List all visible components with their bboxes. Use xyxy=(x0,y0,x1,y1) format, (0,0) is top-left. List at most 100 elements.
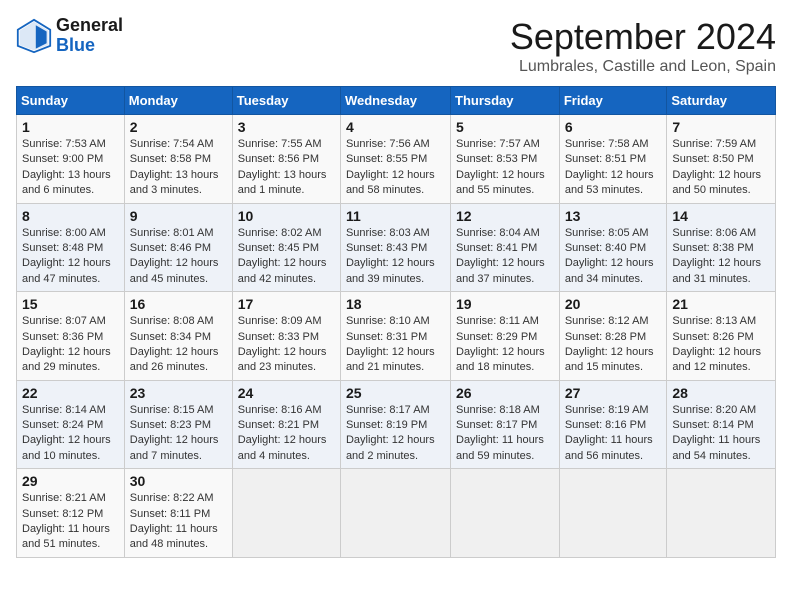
calendar-cell: 2 Sunrise: 7:54 AMSunset: 8:58 PMDaylight… xyxy=(124,115,232,204)
calendar-col-sunday: Sunday xyxy=(17,87,125,115)
day-number: 13 xyxy=(565,208,662,224)
day-number: 7 xyxy=(672,119,770,135)
logo: General Blue xyxy=(16,16,123,56)
logo-line1: General xyxy=(56,16,123,36)
day-number: 24 xyxy=(238,385,335,401)
calendar-cell: 4 Sunrise: 7:56 AMSunset: 8:55 PMDaylight… xyxy=(340,115,450,204)
calendar-body: 1Sunrise: 7:53 AMSunset: 9:00 PMDaylight… xyxy=(17,115,776,558)
day-info: Sunrise: 8:11 AMSunset: 8:29 PMDaylight:… xyxy=(456,314,554,376)
calendar-col-tuesday: Tuesday xyxy=(232,87,340,115)
calendar-cell: 10 Sunrise: 8:02 AMSunset: 8:45 PMDayligh… xyxy=(232,203,340,292)
calendar-cell xyxy=(559,469,667,558)
subtitle: Lumbrales, Castille and Leon, Spain xyxy=(510,58,776,76)
calendar-cell: 13 Sunrise: 8:05 AMSunset: 8:40 PMDayligh… xyxy=(559,203,667,292)
day-number: 18 xyxy=(346,296,445,312)
day-number: 14 xyxy=(672,208,770,224)
day-info: Sunrise: 8:15 AMSunset: 8:23 PMDaylight:… xyxy=(130,403,227,465)
calendar-cell: 11Sunrise: 8:03 AMSunset: 8:43 PMDayligh… xyxy=(340,203,450,292)
day-info: Sunrise: 8:04 AMSunset: 8:41 PMDaylight:… xyxy=(456,226,554,288)
calendar-table: SundayMondayTuesdayWednesdayThursdayFrid… xyxy=(16,86,776,558)
day-number: 2 xyxy=(130,119,227,135)
day-info: Sunrise: 8:02 AMSunset: 8:45 PMDaylight:… xyxy=(238,226,335,288)
calendar-col-wednesday: Wednesday xyxy=(340,87,450,115)
day-number: 29 xyxy=(22,473,119,489)
day-info: Sunrise: 8:16 AMSunset: 8:21 PMDaylight:… xyxy=(238,403,335,465)
calendar-header: SundayMondayTuesdayWednesdayThursdayFrid… xyxy=(17,87,776,115)
day-number: 4 xyxy=(346,119,445,135)
day-number: 20 xyxy=(565,296,662,312)
day-number: 5 xyxy=(456,119,554,135)
calendar-cell: 12Sunrise: 8:04 AMSunset: 8:41 PMDayligh… xyxy=(451,203,560,292)
calendar-cell: 9Sunrise: 8:01 AMSunset: 8:46 PMDaylight… xyxy=(124,203,232,292)
day-number: 17 xyxy=(238,296,335,312)
logo-line2: Blue xyxy=(56,36,123,56)
calendar-cell: 19Sunrise: 8:11 AMSunset: 8:29 PMDayligh… xyxy=(451,292,560,381)
day-info: Sunrise: 7:55 AMSunset: 8:56 PMDaylight:… xyxy=(238,137,335,199)
day-info: Sunrise: 8:13 AMSunset: 8:26 PMDaylight:… xyxy=(672,314,770,376)
calendar-cell: 1Sunrise: 7:53 AMSunset: 9:00 PMDaylight… xyxy=(17,115,125,204)
day-number: 15 xyxy=(22,296,119,312)
logo-text: General Blue xyxy=(56,16,123,56)
day-number: 10 xyxy=(238,208,335,224)
day-number: 22 xyxy=(22,385,119,401)
calendar-cell xyxy=(451,469,560,558)
calendar-row: 29Sunrise: 8:21 AMSunset: 8:12 PMDayligh… xyxy=(17,469,776,558)
calendar-cell: 17 Sunrise: 8:09 AMSunset: 8:33 PMDayligh… xyxy=(232,292,340,381)
calendar-cell: 23 Sunrise: 8:15 AMSunset: 8:23 PMDayligh… xyxy=(124,380,232,469)
calendar-cell: 8 Sunrise: 8:00 AMSunset: 8:48 PMDaylight… xyxy=(17,203,125,292)
calendar-col-saturday: Saturday xyxy=(667,87,776,115)
day-info: Sunrise: 8:09 AMSunset: 8:33 PMDaylight:… xyxy=(238,314,335,376)
calendar-cell: 27 Sunrise: 8:19 AMSunset: 8:16 PMDayligh… xyxy=(559,380,667,469)
day-number: 23 xyxy=(130,385,227,401)
day-info: Sunrise: 7:59 AMSunset: 8:50 PMDaylight:… xyxy=(672,137,770,199)
day-info: Sunrise: 7:58 AMSunset: 8:51 PMDaylight:… xyxy=(565,137,662,199)
day-info: Sunrise: 8:22 AMSunset: 8:11 PMDaylight:… xyxy=(130,491,227,553)
day-number: 30 xyxy=(130,473,227,489)
calendar-cell: 7 Sunrise: 7:59 AMSunset: 8:50 PMDaylight… xyxy=(667,115,776,204)
day-number: 21 xyxy=(672,296,770,312)
logo-icon xyxy=(16,18,52,54)
calendar-cell xyxy=(667,469,776,558)
day-number: 1 xyxy=(22,119,119,135)
day-info: Sunrise: 8:07 AMSunset: 8:36 PMDaylight:… xyxy=(22,314,119,376)
calendar-cell: 15 Sunrise: 8:07 AMSunset: 8:36 PMDayligh… xyxy=(17,292,125,381)
day-number: 6 xyxy=(565,119,662,135)
calendar-cell: 5 Sunrise: 7:57 AMSunset: 8:53 PMDaylight… xyxy=(451,115,560,204)
calendar-cell: 25Sunrise: 8:17 AMSunset: 8:19 PMDayligh… xyxy=(340,380,450,469)
calendar-row: 1Sunrise: 7:53 AMSunset: 9:00 PMDaylight… xyxy=(17,115,776,204)
day-number: 8 xyxy=(22,208,119,224)
day-number: 27 xyxy=(565,385,662,401)
calendar-cell: 21 Sunrise: 8:13 AMSunset: 8:26 PMDayligh… xyxy=(667,292,776,381)
calendar-col-thursday: Thursday xyxy=(451,87,560,115)
day-info: Sunrise: 7:57 AMSunset: 8:53 PMDaylight:… xyxy=(456,137,554,199)
calendar-row: 15 Sunrise: 8:07 AMSunset: 8:36 PMDayligh… xyxy=(17,292,776,381)
day-info: Sunrise: 8:05 AMSunset: 8:40 PMDaylight:… xyxy=(565,226,662,288)
day-info: Sunrise: 8:19 AMSunset: 8:16 PMDaylight:… xyxy=(565,403,662,465)
calendar-cell xyxy=(340,469,450,558)
day-info: Sunrise: 8:08 AMSunset: 8:34 PMDaylight:… xyxy=(130,314,227,376)
day-info: Sunrise: 7:54 AMSunset: 8:58 PMDaylight:… xyxy=(130,137,227,199)
calendar-row: 22 Sunrise: 8:14 AMSunset: 8:24 PMDayligh… xyxy=(17,380,776,469)
calendar-cell: 18Sunrise: 8:10 AMSunset: 8:31 PMDayligh… xyxy=(340,292,450,381)
calendar-cell: 30 Sunrise: 8:22 AMSunset: 8:11 PMDayligh… xyxy=(124,469,232,558)
calendar-cell: 20 Sunrise: 8:12 AMSunset: 8:28 PMDayligh… xyxy=(559,292,667,381)
page-header: General Blue September 2024 Lumbrales, C… xyxy=(16,16,776,76)
main-title: September 2024 xyxy=(510,16,776,58)
day-info: Sunrise: 7:56 AMSunset: 8:55 PMDaylight:… xyxy=(346,137,445,199)
calendar-cell: 16Sunrise: 8:08 AMSunset: 8:34 PMDayligh… xyxy=(124,292,232,381)
day-info: Sunrise: 8:06 AMSunset: 8:38 PMDaylight:… xyxy=(672,226,770,288)
day-number: 26 xyxy=(456,385,554,401)
day-info: Sunrise: 8:14 AMSunset: 8:24 PMDaylight:… xyxy=(22,403,119,465)
day-info: Sunrise: 8:12 AMSunset: 8:28 PMDaylight:… xyxy=(565,314,662,376)
calendar-cell: 6 Sunrise: 7:58 AMSunset: 8:51 PMDaylight… xyxy=(559,115,667,204)
calendar-cell: 26 Sunrise: 8:18 AMSunset: 8:17 PMDayligh… xyxy=(451,380,560,469)
calendar-cell: 24 Sunrise: 8:16 AMSunset: 8:21 PMDayligh… xyxy=(232,380,340,469)
calendar-header-row: SundayMondayTuesdayWednesdayThursdayFrid… xyxy=(17,87,776,115)
day-info: Sunrise: 8:20 AMSunset: 8:14 PMDaylight:… xyxy=(672,403,770,465)
calendar-cell: 28Sunrise: 8:20 AMSunset: 8:14 PMDayligh… xyxy=(667,380,776,469)
calendar-row: 8 Sunrise: 8:00 AMSunset: 8:48 PMDaylight… xyxy=(17,203,776,292)
day-info: Sunrise: 8:00 AMSunset: 8:48 PMDaylight:… xyxy=(22,226,119,288)
day-info: Sunrise: 8:18 AMSunset: 8:17 PMDaylight:… xyxy=(456,403,554,465)
day-info: Sunrise: 8:17 AMSunset: 8:19 PMDaylight:… xyxy=(346,403,445,465)
calendar-cell: 29Sunrise: 8:21 AMSunset: 8:12 PMDayligh… xyxy=(17,469,125,558)
